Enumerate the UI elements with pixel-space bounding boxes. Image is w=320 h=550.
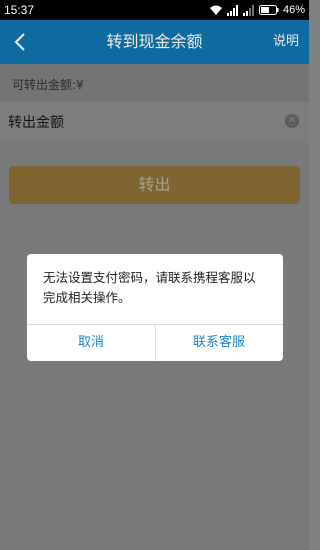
available-amount-row: 可转出金额:¥ bbox=[0, 64, 309, 102]
signal-icon-2 bbox=[242, 4, 254, 16]
page-title: 转到现金余额 bbox=[106, 32, 203, 51]
amount-row: 转出金额 bbox=[0, 102, 309, 140]
alert-dialog: 无法设置支付密码，请联系携程客服以完成相关操作。 取消 联系客服 bbox=[27, 254, 283, 361]
clear-icon[interactable]: ✕ bbox=[285, 114, 299, 128]
status-time: 15:37 bbox=[4, 3, 35, 17]
wifi-icon bbox=[209, 5, 222, 15]
status-icons: 46% bbox=[209, 2, 305, 18]
contact-service-button[interactable]: 联系客服 bbox=[155, 325, 283, 361]
available-amount-label: 可转出金额:¥ bbox=[12, 78, 84, 92]
amount-label: 转出金额 bbox=[8, 115, 64, 131]
dialog-message: 无法设置支付密码，请联系携程客服以完成相关操作。 bbox=[43, 270, 256, 305]
battery-icon bbox=[258, 5, 279, 15]
chevron-left-icon bbox=[14, 33, 25, 51]
back-button[interactable] bbox=[8, 28, 32, 56]
nav-bar: 转到现金余额 说明 bbox=[0, 20, 309, 64]
cancel-button[interactable]: 取消 bbox=[27, 325, 155, 361]
transfer-button[interactable]: 转出 bbox=[9, 166, 300, 204]
signal-icon bbox=[226, 4, 238, 16]
help-link[interactable]: 说明 bbox=[273, 20, 299, 64]
status-bar: 15:37 46% bbox=[0, 0, 309, 20]
amount-input[interactable] bbox=[80, 108, 274, 136]
battery-percent: 46% bbox=[282, 4, 305, 16]
